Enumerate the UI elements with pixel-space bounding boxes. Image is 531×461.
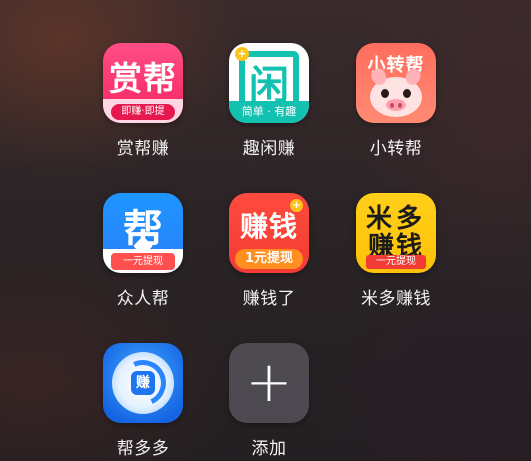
icon-subtitle: 1元提现 — [235, 249, 303, 269]
app-label[interactable]: 米多赚钱 — [341, 284, 451, 309]
add-label[interactable]: 添加 — [214, 434, 324, 459]
app-label[interactable]: 赏帮赚 — [88, 134, 198, 159]
xiaozhuanbang-icon[interactable]: 小转帮 — [356, 43, 436, 123]
miduozhuanqian-icon[interactable]: 米多 赚钱 一元提现 — [356, 193, 436, 273]
app-label[interactable]: 趣闲赚 — [214, 134, 324, 159]
icon-subtitle: 一元提现 — [111, 253, 175, 270]
zhongrenbang-icon[interactable]: 帮 一元提现 — [103, 193, 183, 273]
app-label[interactable]: 赚钱了 — [214, 284, 324, 309]
pig-icon — [369, 66, 423, 117]
zhuanqianle-icon[interactable]: + 赚钱 1元提现 — [229, 193, 309, 273]
app-miduozhuanqian[interactable]: 米多 赚钱 一元提现 米多赚钱 — [341, 193, 451, 309]
bangduoduo-icon[interactable]: 赚 — [103, 343, 183, 423]
app-quxianzhuan[interactable]: + 闲 简单 · 有趣 趣闲赚 — [214, 43, 324, 159]
icon-title: 赏帮 — [109, 59, 177, 98]
icon-title: 赚钱 — [239, 210, 298, 243]
icon-subtitle: 简单 · 有趣 — [229, 101, 309, 123]
plus-icon: + — [245, 350, 293, 415]
app-zhuanqianle[interactable]: + 赚钱 1元提现 赚钱了 — [214, 193, 324, 309]
quxianzhuan-icon[interactable]: + 闲 简单 · 有趣 — [229, 43, 309, 123]
app-zhongrenbang[interactable]: 帮 一元提现 众人帮 — [88, 193, 198, 309]
app-folder-grid: 赏帮 即赚·即提 赏帮赚 + 闲 简单 · 有趣 趣闲赚 小转帮 小转帮 帮 一… — [0, 0, 531, 461]
app-label[interactable]: 帮多多 — [88, 434, 198, 459]
icon-title: 小转帮 — [367, 55, 425, 76]
add-app-button[interactable]: + 添加 — [214, 343, 324, 459]
icon-subtitle: 一元提现 — [366, 255, 426, 269]
icon-title: 赚 — [131, 371, 155, 395]
app-xiaozhuanbang[interactable]: 小转帮 小转帮 — [341, 43, 451, 159]
shangbangzhuan-icon[interactable]: 赏帮 即赚·即提 — [103, 43, 183, 123]
app-shangbangzhuan[interactable]: 赏帮 即赚·即提 赏帮赚 — [88, 43, 198, 159]
add-tile[interactable]: + — [229, 343, 309, 423]
app-label[interactable]: 众人帮 — [88, 284, 198, 309]
app-bangduoduo[interactable]: 赚 帮多多 — [88, 343, 198, 459]
app-label[interactable]: 小转帮 — [341, 134, 451, 159]
icon-subtitle: 即赚·即提 — [111, 104, 175, 120]
